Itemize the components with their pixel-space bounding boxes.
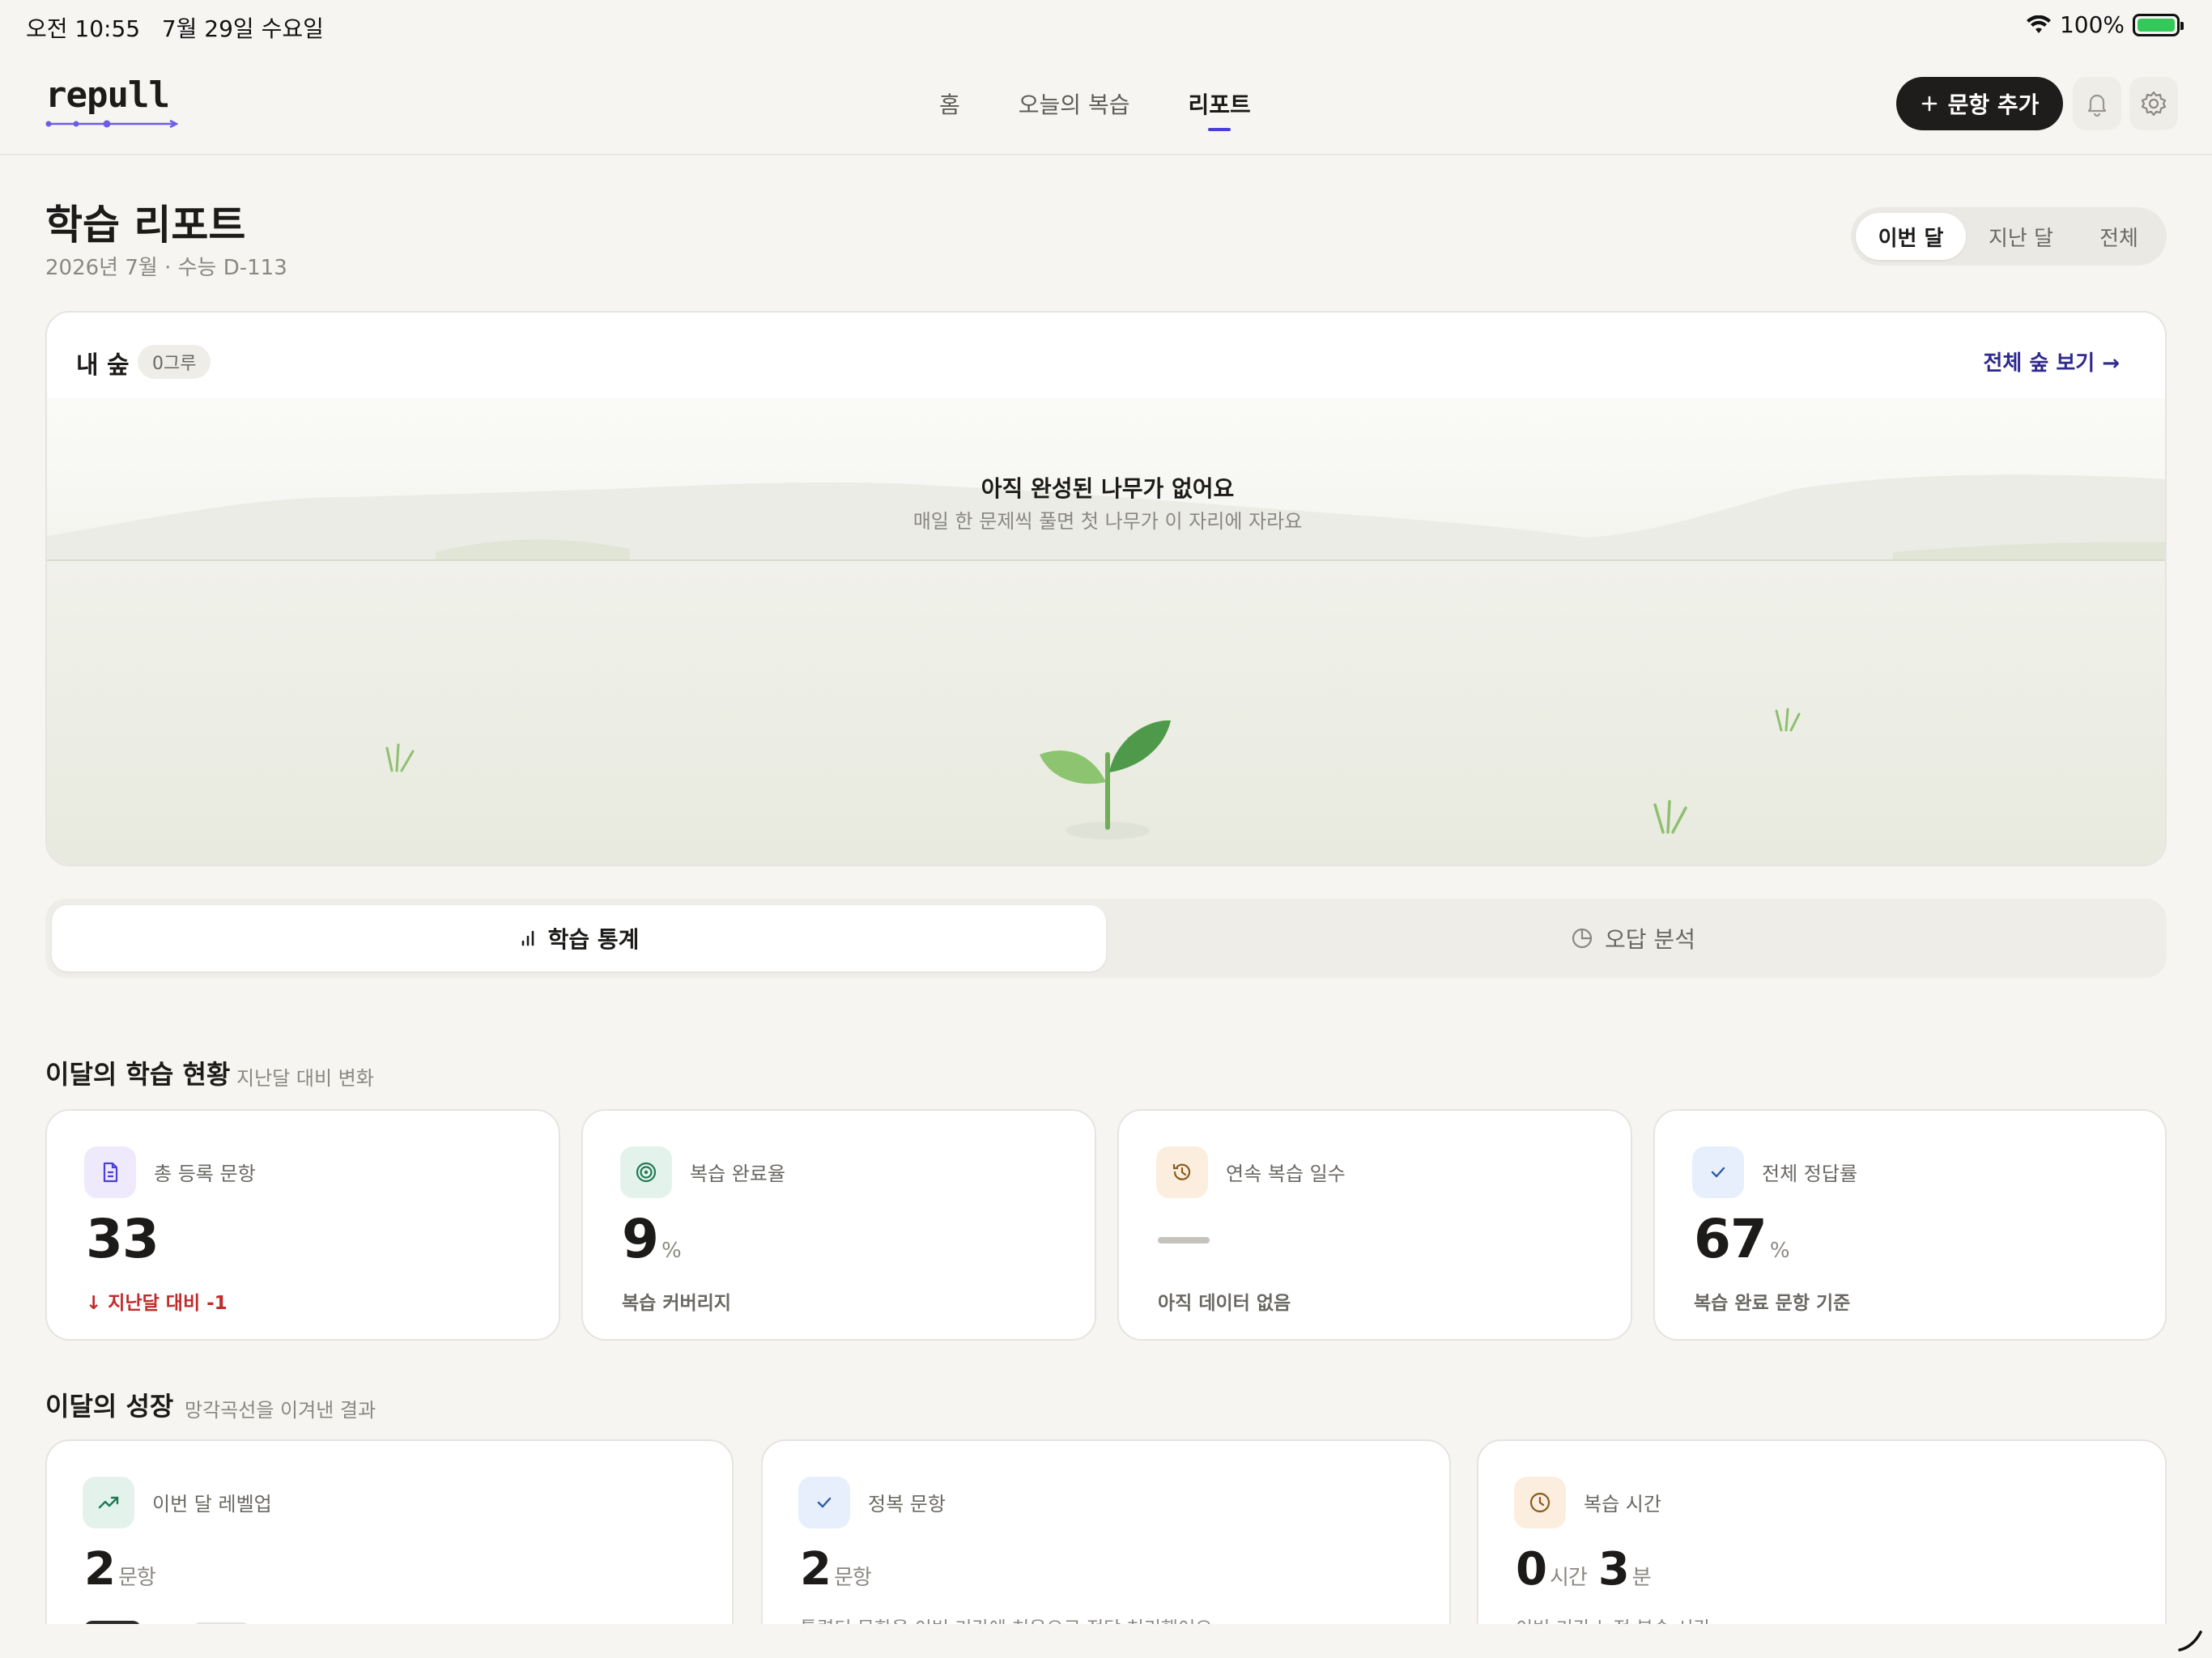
stat-footnote: 아직 데이터 없음	[1158, 1293, 1291, 1314]
nav-tab-today-review[interactable]: 오늘의 복습	[1019, 87, 1130, 131]
growth-value: 0 시간 3분	[1516, 1543, 1652, 1596]
stat-value	[1158, 1208, 1210, 1244]
stat-number: 67	[1694, 1208, 1767, 1270]
main-nav: 홈 오늘의 복습 리포트	[939, 87, 1309, 131]
hours-unit: 시간	[1549, 1566, 1588, 1590]
forest-scene	[47, 398, 2165, 865]
growth-label: 정복 문항	[868, 1493, 946, 1516]
home-indicator-area	[0, 1624, 2212, 1658]
tab-study-stats[interactable]: 학습 통계	[52, 905, 1106, 971]
forest-card: 내 숲 0그루 전체 숲 보기 → 아직 완성된 나무가 없어요 매일 한 문제…	[45, 311, 2167, 866]
home-indicator-icon	[2178, 1630, 2202, 1652]
battery-icon	[2133, 13, 2184, 36]
check-icon	[798, 1477, 850, 1528]
gear-icon	[2141, 91, 2167, 117]
add-question-button[interactable]: 문항 추가	[1896, 77, 2063, 130]
period-selector: 이번 달 지난 달 전체	[1851, 207, 2167, 266]
target-icon	[620, 1146, 672, 1198]
stat-unit: %	[1769, 1239, 1790, 1263]
tab-study-stats-label: 학습 통계	[547, 926, 640, 953]
forest-empty-subtitle: 매일 한 문제씩 풀면 첫 나무가 이 자리에 자라요	[912, 510, 1303, 533]
monthly-status-title: 이달의 학습 현황	[45, 1059, 231, 1090]
monthly-status-subtitle: 지난달 대비 변화	[236, 1067, 374, 1090]
period-last-month[interactable]: 지난 달	[1966, 213, 2076, 260]
document-icon	[84, 1146, 136, 1198]
growth-title: 이달의 성장	[45, 1391, 174, 1422]
period-this-month[interactable]: 이번 달	[1856, 213, 1966, 260]
logo[interactable]: repull	[45, 74, 178, 129]
minutes-number: 3	[1597, 1543, 1630, 1596]
growth-subtitle: 망각곡선을 이겨낸 결과	[185, 1399, 376, 1422]
top-nav: repull 홈 오늘의 복습 리포트 문항 추가	[0, 52, 2212, 155]
view-all-forest-link[interactable]: 전체 숲 보기 →	[1983, 346, 2120, 376]
status-bar: 오전 10:55 7월 29일 수요일 100%	[0, 0, 2212, 52]
growth-unit: 문항	[833, 1566, 872, 1590]
forest-empty-title: 아직 완성된 나무가 없어요	[981, 475, 1235, 502]
stat-label: 연속 복습 일수	[1226, 1163, 1346, 1185]
add-question-label: 문항 추가	[1947, 91, 2040, 118]
history-icon	[1156, 1146, 1208, 1198]
logo-timeline-icon	[45, 119, 178, 129]
growth-value: 2 문항	[84, 1543, 156, 1596]
growth-value: 2 문항	[800, 1543, 872, 1596]
stat-value: 67%	[1694, 1208, 1790, 1270]
logo-text: repull	[45, 74, 170, 116]
forest-title: 내 숲	[76, 351, 130, 380]
period-all[interactable]: 전체	[2076, 213, 2162, 260]
stat-card-streak: 연속 복습 일수 아직 데이터 없음	[1117, 1109, 1632, 1341]
stat-card-review-completion: 복습 완료율 9% 복습 커버리지	[581, 1109, 1096, 1341]
bell-icon	[2087, 94, 2107, 117]
nav-tab-home[interactable]: 홈	[939, 87, 960, 131]
plus-icon	[1921, 96, 1937, 112]
status-time-date: 오전 10:55 7월 29일 수요일	[26, 11, 324, 44]
stat-label: 전체 정답률	[1762, 1163, 1858, 1185]
hours-number: 0	[1516, 1543, 1547, 1596]
growth-label: 이번 달 레벨업	[152, 1493, 272, 1516]
stat-card-accuracy: 전체 정답률 67% 복습 완료 문항 기준	[1653, 1109, 2167, 1341]
stat-label: 총 등록 문항	[154, 1163, 256, 1185]
stat-unit: %	[661, 1239, 682, 1263]
stat-value: 9%	[622, 1208, 682, 1270]
growth-label: 복습 시간	[1584, 1493, 1661, 1516]
arrow-down-icon: ↓	[86, 1293, 102, 1314]
settings-button[interactable]	[2129, 77, 2178, 130]
tab-wrong-answer-label: 오답 분석	[1605, 926, 1695, 953]
clock-icon	[1514, 1477, 1566, 1528]
stat-footnote: 복습 완료 문항 기준	[1694, 1293, 1851, 1314]
stat-number: 9	[622, 1208, 659, 1270]
stat-value: 33	[86, 1208, 160, 1270]
stat-footnote: 복습 커버리지	[622, 1293, 731, 1314]
growth-number: 2	[84, 1543, 116, 1596]
wifi-icon	[2026, 15, 2051, 33]
growth-unit: 문항	[117, 1566, 156, 1590]
bar-chart-icon	[521, 930, 534, 946]
status-time: 오전 10:55	[26, 15, 141, 42]
report-tabs: 학습 통계 오답 분석	[45, 899, 2167, 978]
stat-label: 복습 완료율	[690, 1163, 786, 1185]
tab-wrong-answer-analysis[interactable]: 오답 분석	[1106, 905, 2160, 971]
stat-change-text: 지난달 대비 -1	[108, 1293, 228, 1314]
trending-up-icon	[83, 1477, 134, 1528]
stat-number: 33	[86, 1208, 160, 1270]
empty-dash	[1158, 1237, 1210, 1244]
battery-percent: 100%	[2059, 11, 2125, 38]
check-icon	[1692, 1146, 1744, 1198]
nav-tab-report[interactable]: 리포트	[1188, 87, 1251, 131]
stat-change: ↓ 지난달 대비 -1	[86, 1287, 228, 1315]
tree-count-badge: 0그루	[138, 345, 211, 379]
page-title: 학습 리포트	[45, 202, 246, 249]
minutes-unit: 분	[1631, 1566, 1652, 1590]
growth-number: 2	[800, 1543, 832, 1596]
pie-chart-icon	[1572, 928, 1593, 949]
stat-card-total-questions: 총 등록 문항 33 ↓ 지난달 대비 -1	[45, 1109, 560, 1341]
status-right: 100%	[2026, 11, 2184, 38]
notification-button[interactable]	[2073, 77, 2121, 130]
status-date: 7월 29일 수요일	[161, 15, 324, 42]
page-subtitle: 2026년 7월 · 수능 D-113	[45, 256, 287, 280]
